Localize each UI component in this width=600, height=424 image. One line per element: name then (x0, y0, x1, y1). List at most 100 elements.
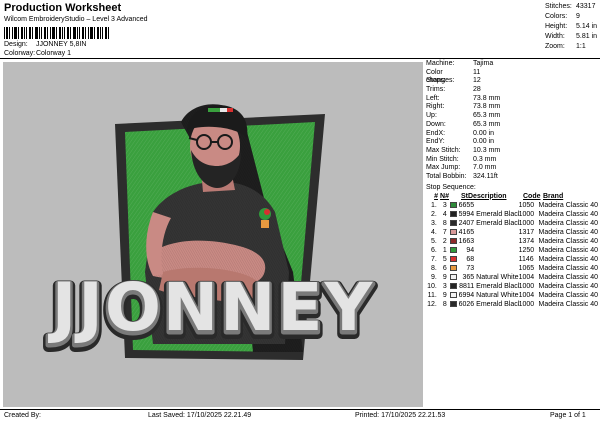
stat-label: Height: (545, 23, 568, 30)
seq-stitches: 8811 (459, 282, 475, 290)
col-header-needle: N# (440, 192, 449, 200)
seq-brand: Madeira Classic 40 (538, 237, 599, 245)
machine-info-label: EndY: (426, 138, 445, 146)
machine-info-row: Trims: 28 (426, 86, 598, 95)
seq-code: 1374 (518, 237, 535, 245)
color-swatch-icon (449, 274, 457, 281)
machine-info-label: Max Jump: (426, 164, 461, 172)
printed-date: Printed: 17/10/2025 22.21.53 (355, 412, 446, 419)
seq-brand: Madeira Classic 40 (538, 201, 599, 209)
stop-sequence-row: 1. 3 6655 1050 Madeira Classic 40 (426, 201, 598, 210)
color-swatch-icon (449, 202, 457, 209)
seq-description (476, 228, 518, 237)
seq-needle: 5 (442, 255, 447, 263)
stat-label: Colors: (545, 13, 568, 20)
machine-info-label: Color changes: (426, 68, 455, 85)
stat-value: 5.14 in (576, 23, 598, 30)
barcode-icon (4, 27, 109, 39)
seq-code: 1065 (518, 264, 535, 272)
stop-sequence-title: Stop Sequence: (426, 183, 476, 191)
seq-description: Emerald Black (476, 300, 519, 308)
seq-description (476, 201, 518, 210)
machine-info-row: Left: 73.8 mm (426, 95, 598, 104)
seq-description: Emerald Black (476, 219, 519, 227)
colorway-label: Colorway: (4, 50, 36, 57)
col-header-stitches: St. (461, 192, 470, 200)
seq-code: 1004 (518, 291, 535, 299)
machine-info-row: Stops: 12 (426, 77, 598, 86)
seq-description (476, 246, 518, 255)
col-header-code: Code (523, 192, 541, 200)
seq-stitches: 1663 (458, 237, 475, 245)
last-saved: Last Saved: 17/10/2025 22.21.49 (148, 412, 252, 419)
stop-sequence-row: 8. 6 73 1065 Madeira Classic 40 (426, 264, 598, 273)
machine-info-value: 7.0 mm (473, 164, 497, 172)
machine-info-label: Up: (426, 112, 437, 120)
machine-info-value: 28 (473, 86, 481, 94)
machine-info-value: 324.11ft (473, 172, 498, 180)
seq-number: 3. (431, 219, 437, 227)
seq-needle: 6 (442, 264, 447, 272)
machine-info-value: 73.8 mm (473, 103, 501, 111)
machine-info-label: Machine: (426, 60, 455, 67)
color-swatch-icon (449, 292, 457, 299)
seq-stitches: 6994 (458, 291, 475, 299)
machine-info-list: Machine: Tajima Color changes: 11 Stops: 12 Tr… (426, 60, 598, 182)
machine-info-value: 12 (473, 77, 481, 85)
seq-number: 11. (427, 291, 437, 299)
color-swatch-icon (449, 229, 457, 236)
machine-info-row: Max Stitch: 10.3 mm (426, 147, 598, 156)
seq-description: Emerald Black (476, 210, 519, 218)
machine-info-row: Min Stitch: 0.3 mm (426, 156, 598, 165)
machine-info-label: Left: (426, 94, 440, 102)
stop-sequence-row: 10. 3 8811 Emerald Black 1000 Madeira Classic… (426, 282, 598, 291)
design-value: JJONNEY 5,8IN (35, 41, 87, 48)
stat-row: Width: 5.81 in (545, 32, 599, 42)
machine-info-value: 65.3 mm (473, 120, 501, 128)
seq-description: Natural White (476, 291, 519, 299)
worksheet-header: Production Worksheet Wilcom EmbroiderySt… (0, 0, 600, 58)
seq-description: Natural White (476, 273, 519, 281)
seq-description (476, 237, 518, 246)
seq-code: 1146 (518, 255, 534, 263)
stat-row: Stitches: 43317 (545, 2, 599, 12)
seq-number: 5. (431, 237, 437, 245)
seq-stitches: 6655 (458, 201, 475, 209)
machine-info-row: Total Bobbin: 324.11ft (426, 173, 598, 182)
machine-info-label: Trims: (426, 86, 446, 94)
stop-sequence-row: 12. 8 6026 Emerald Black 1000 Madeira Classic… (426, 300, 598, 309)
page-number: Page 1 of 1 (550, 412, 586, 419)
seq-number: 1. (431, 201, 437, 209)
design-stats: Stitches: 43317 Colors: 9 Height: 5.14 in W… (545, 2, 599, 52)
seq-code: 1317 (518, 228, 535, 236)
color-swatch-icon (449, 247, 457, 254)
design-preview: JJONNEY JJONNEY JJONNEY (3, 62, 423, 407)
seq-code: 1050 (518, 201, 535, 209)
col-header-description: Description (468, 192, 507, 200)
seq-needle: 7 (442, 228, 447, 236)
seq-needle: 9 (442, 291, 447, 299)
created-by: Created By: (4, 412, 41, 419)
seq-stitches: 6026 (458, 300, 475, 308)
seq-stitches: 2407 (458, 219, 475, 227)
stop-sequence-list: 1. 3 6655 1050 Madeira Classic 40 2. 4 5994 Emer… (426, 201, 598, 309)
stat-value: 9 (576, 13, 580, 20)
stop-sequence-header: # N# St. Description Code Brand (426, 192, 598, 201)
seq-brand: Madeira Classic 40 (538, 273, 599, 281)
stop-sequence-row: 7. 5 68 1146 Madeira Classic 40 (426, 255, 598, 264)
machine-info-value: 10.3 mm (473, 146, 501, 154)
stop-sequence-row: 2. 4 5994 Emerald Black 1000 Madeira Classic … (426, 210, 598, 219)
seq-stitches: 365 (462, 273, 475, 281)
stop-sequence-row: 5. 2 1663 1374 Madeira Classic 40 (426, 237, 598, 246)
seq-brand: Madeira Classic 40 (538, 219, 599, 227)
color-swatch-icon (449, 283, 457, 290)
seq-description (476, 264, 518, 273)
seq-stitches: 5994 (458, 210, 475, 218)
machine-info-row: Right: 73.8 mm (426, 103, 598, 112)
seq-number: 2. (431, 210, 437, 218)
seq-brand: Madeira Classic 40 (538, 246, 599, 254)
machine-info-value: 11 (473, 68, 481, 76)
col-header-brand: Brand (543, 192, 564, 200)
seq-number: 9. (431, 273, 437, 281)
seq-code: 1000 (518, 219, 535, 227)
